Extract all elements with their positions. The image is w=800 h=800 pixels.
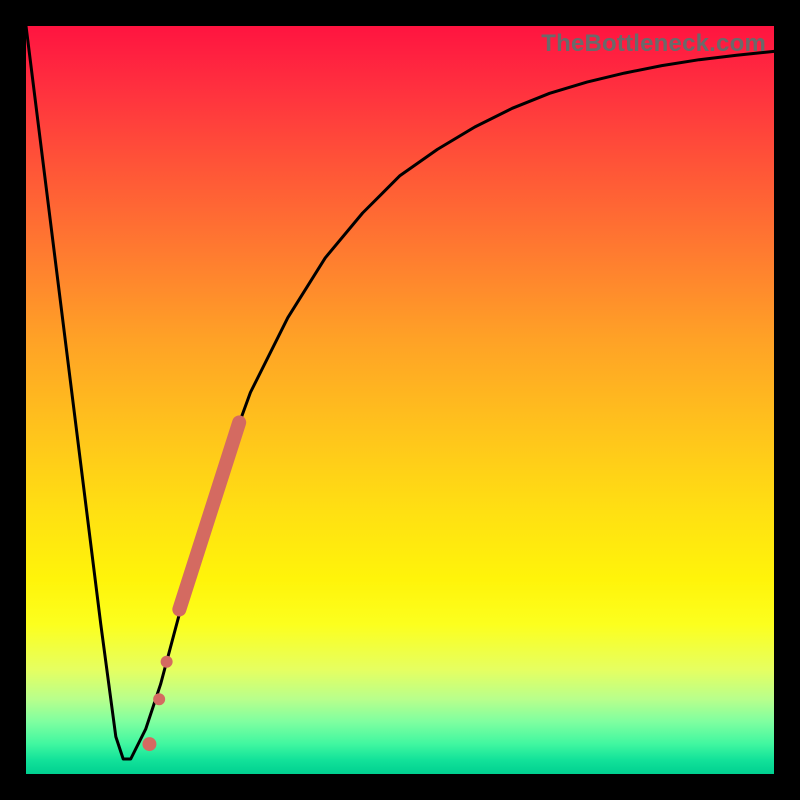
highlight-dot (153, 693, 165, 705)
highlight-markers (142, 422, 239, 751)
highlight-segment (179, 422, 239, 609)
bottleneck-curve (26, 26, 774, 759)
chart-frame: TheBottleneck.com (0, 0, 800, 800)
plot-area: TheBottleneck.com (26, 26, 774, 774)
highlight-dot (161, 656, 173, 668)
curve-layer (26, 26, 774, 774)
highlight-dot (142, 737, 156, 751)
